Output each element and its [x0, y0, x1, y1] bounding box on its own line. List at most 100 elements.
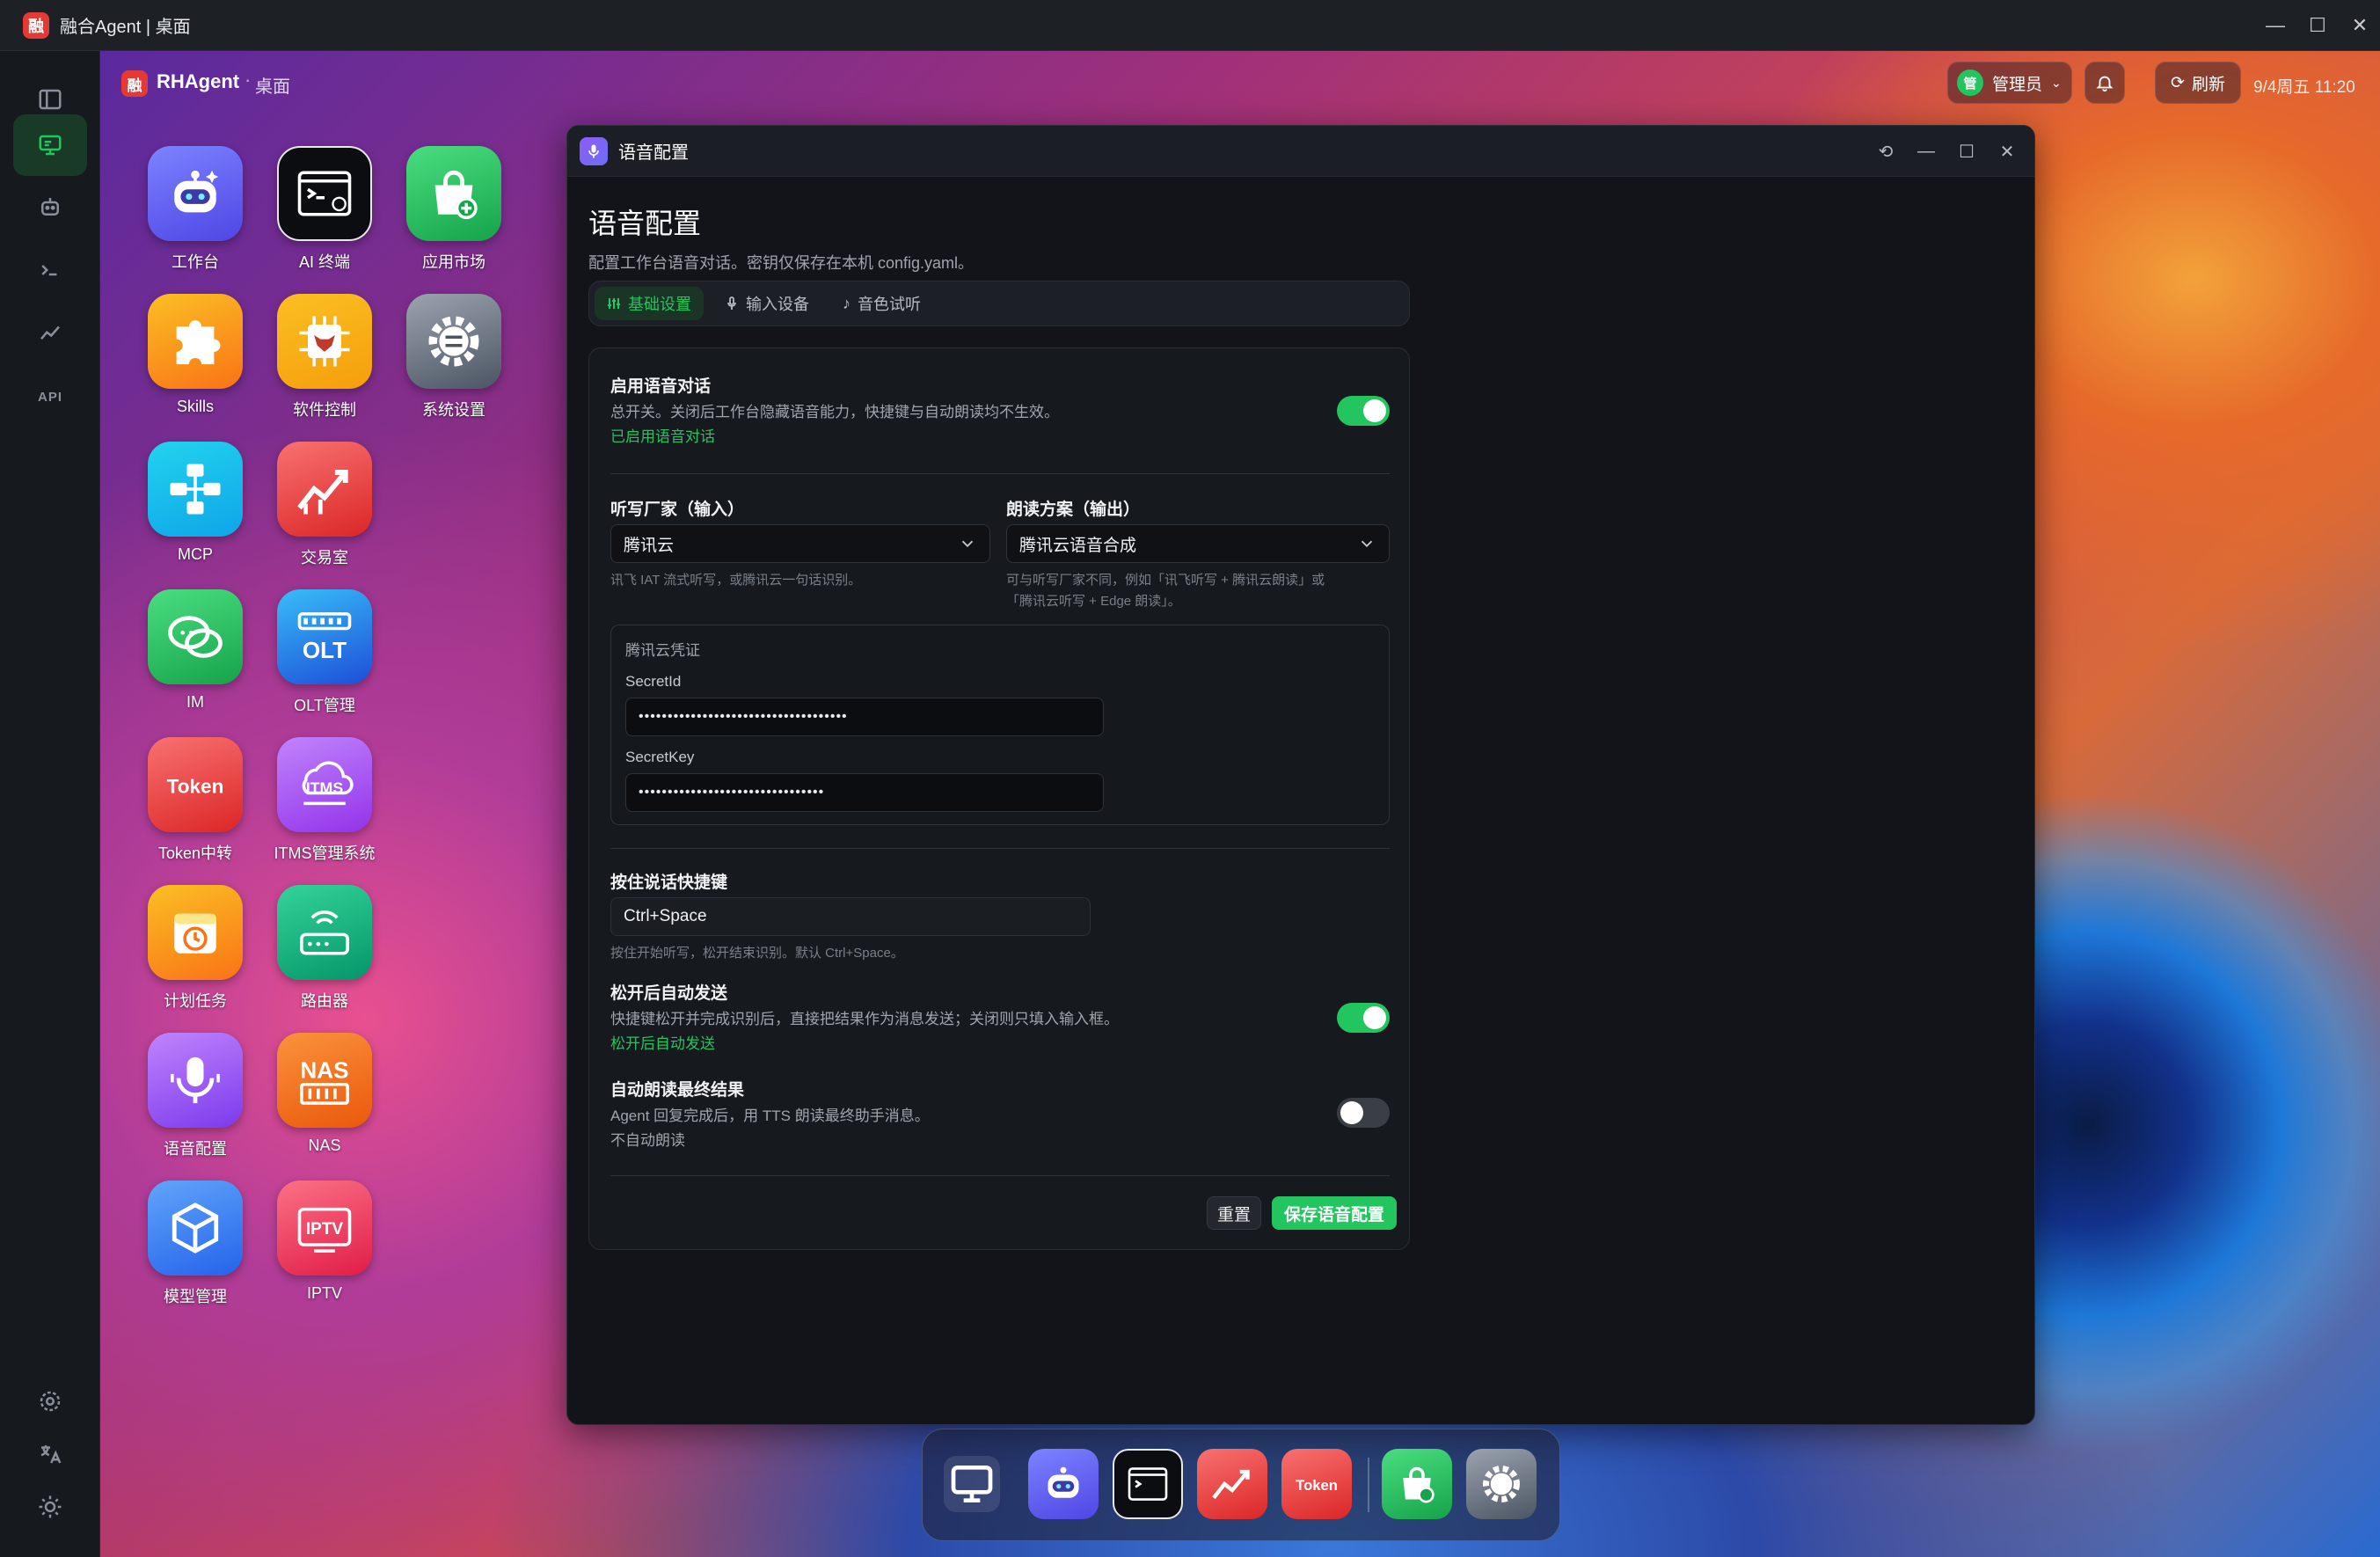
stt-label: 听写厂家（输入） — [610, 501, 745, 519]
save-voice-config-button[interactable]: 保存语音配置 — [1272, 1196, 1397, 1230]
tts-label: 朗读方案（输出） — [1006, 501, 1141, 519]
network-diagram-icon — [148, 442, 243, 537]
close-icon[interactable]: ✕ — [2340, 0, 2380, 51]
app-icon-ai-terminal[interactable]: AI 终端 — [259, 146, 391, 273]
app-icon-mcp[interactable]: MCP — [129, 442, 261, 564]
maximize-icon[interactable]: ☐ — [1946, 126, 1987, 177]
app-icon-router[interactable]: 路由器 — [259, 885, 391, 1012]
app-label: 交易室 — [301, 549, 348, 567]
page-title: 语音配置 — [588, 208, 702, 239]
app-icon-workbench[interactable]: 工作台 — [129, 146, 261, 273]
api-label: API — [37, 389, 62, 405]
dock-item-ai-terminal[interactable] — [1113, 1449, 1183, 1519]
app-icon-app-market[interactable]: 应用市场 — [388, 146, 520, 273]
app-label: ITMS管理系统 — [274, 844, 376, 862]
token-glyph: Token — [1296, 1477, 1338, 1494]
app-icon-software-control[interactable]: 软件控制 — [259, 294, 391, 420]
app-icon-olt[interactable]: OLT OLT管理 — [259, 589, 391, 716]
app-icon-nas[interactable]: NAS NAS — [259, 1033, 391, 1155]
dock: Token — [922, 1429, 1560, 1541]
dock-item-app-market[interactable] — [1382, 1449, 1452, 1519]
settings-card: 启用语音对话 总开关。关闭后工作台隐藏语音能力，快捷键与自动朗读均不生效。 已启… — [588, 347, 1410, 1250]
stt-provider-value: 腾讯云 — [624, 536, 675, 555]
rail-item-desktop[interactable] — [13, 114, 87, 176]
app-icon-iptv[interactable]: IPTV IPTV — [259, 1181, 391, 1303]
breadcrumb: 桌面 — [255, 77, 290, 97]
app-label: OLT管理 — [294, 697, 355, 714]
app-label: 语音配置 — [164, 1140, 227, 1158]
app-icon-voice-config[interactable]: 语音配置 — [129, 1033, 261, 1159]
credentials-box: 腾讯云凭证 SecretId •••••••••••••••••••••••••… — [610, 625, 1390, 825]
desktop: 融 RHAgent · 桌面 管 管理员 ⌄ ⟳ 刷新 9/4周五 11:20 … — [100, 51, 2380, 1557]
app-icon-token-relay[interactable]: Token Token中转 — [129, 737, 261, 864]
app-icon-trading-room[interactable]: 交易室 — [259, 442, 391, 568]
dock-item-system-settings[interactable] — [1466, 1449, 1537, 1519]
minimize-icon[interactable]: — — [2255, 0, 2296, 51]
app-icon-im[interactable]: IM — [129, 589, 261, 712]
dock-item-workbench[interactable] — [1028, 1449, 1099, 1519]
app-icon-system-settings[interactable]: 系统设置 — [388, 294, 520, 420]
app-label: 工作台 — [172, 253, 219, 271]
window-titlebar: 融 融合Agent | 桌面 — ☐ ✕ — [0, 0, 2380, 51]
stt-provider-select[interactable]: 腾讯云 — [610, 524, 990, 563]
tab-voice-preview[interactable]: ♪ 音色试听 — [830, 287, 933, 320]
divider — [610, 848, 1390, 849]
rail-item-bot[interactable] — [13, 176, 87, 238]
voice-window-titlebar[interactable]: 语音配置 ⟲ — ☐ ✕ — [567, 126, 2034, 177]
secret-key-field[interactable]: •••••••••••••••••••••••••••••••• — [625, 773, 1104, 812]
enable-voice-toggle[interactable] — [1337, 396, 1390, 426]
close-icon[interactable]: ✕ — [1987, 126, 2027, 177]
refresh-button[interactable]: ⟳ 刷新 — [2155, 62, 2241, 104]
nas-icon: NAS — [277, 1033, 372, 1128]
app-label: AI 终端 — [298, 253, 350, 271]
app-icon-itms[interactable]: ITMS ITMS管理系统 — [259, 737, 391, 864]
app-label: 路由器 — [301, 992, 348, 1010]
reset-button[interactable]: 重置 — [1207, 1196, 1261, 1230]
gear-icon — [406, 294, 501, 389]
minimize-icon[interactable]: — — [1906, 126, 1946, 177]
itms-cloud-icon: ITMS — [277, 737, 372, 832]
olt-glyph: OLT — [303, 637, 347, 663]
itms-glyph: ITMS — [306, 779, 344, 797]
app-label: IPTV — [306, 1284, 342, 1302]
robot-icon — [148, 146, 243, 241]
auto-read-toggle[interactable] — [1337, 1098, 1390, 1128]
dock-item-token-relay[interactable]: Token — [1281, 1449, 1352, 1519]
app-icon-model-management[interactable]: 模型管理 — [129, 1181, 261, 1307]
app-icon-scheduled-tasks[interactable]: 计划任务 — [129, 885, 261, 1012]
tab-label: 输入设备 — [746, 296, 809, 313]
music-note-icon: ♪ — [843, 294, 851, 312]
auto-send-status: 松开后自动发送 — [610, 1035, 715, 1052]
auto-send-desc: 快捷键松开并完成识别后，直接把结果作为消息发送；关闭则只填入输入框。 — [610, 1011, 1119, 1027]
tts-hint-line2: 「腾讯云听写 + Edge 朗读」。 — [1006, 594, 1181, 609]
toggle-knob — [1363, 1006, 1386, 1029]
tv-icon: IPTV — [277, 1181, 372, 1276]
maximize-icon[interactable]: ☐ — [2297, 0, 2338, 51]
voice-window-title: 语音配置 — [618, 143, 689, 163]
left-rail: API — [0, 51, 100, 1557]
tab-basic-settings[interactable]: 基础设置 — [595, 287, 704, 320]
iptv-glyph: IPTV — [306, 1220, 344, 1239]
rail-item-chart[interactable] — [13, 303, 87, 364]
theme-sun-icon[interactable] — [13, 1476, 87, 1538]
app-icon-skills[interactable]: Skills — [129, 294, 261, 416]
rail-item-terminal[interactable] — [13, 239, 87, 301]
app-label: 系统设置 — [422, 401, 485, 419]
user-menu[interactable]: 管 管理员 ⌄ — [1947, 62, 2072, 104]
hotkey-input[interactable]: Ctrl+Space — [610, 897, 1091, 936]
refresh-label: 刷新 — [2191, 75, 2225, 94]
tab-input-device[interactable]: 输入设备 — [712, 287, 821, 320]
secret-id-field[interactable]: •••••••••••••••••••••••••••••••••••• — [625, 698, 1104, 736]
app-label: MCP — [178, 545, 213, 563]
terminal-icon — [277, 146, 372, 241]
dock-item-desktop[interactable] — [937, 1449, 1007, 1519]
auto-send-toggle[interactable] — [1337, 1003, 1390, 1033]
tts-provider-select[interactable]: 腾讯云语音合成 — [1006, 524, 1390, 563]
history-icon[interactable]: ⟲ — [1865, 126, 1906, 177]
notification-button[interactable] — [2084, 62, 2125, 104]
chevron-down-icon: ⌄ — [2051, 75, 2062, 90]
rail-item-api[interactable]: API — [13, 366, 87, 428]
divider — [610, 1175, 1390, 1176]
app-label: Token中转 — [157, 844, 233, 862]
dock-item-trading-room[interactable] — [1197, 1449, 1267, 1519]
